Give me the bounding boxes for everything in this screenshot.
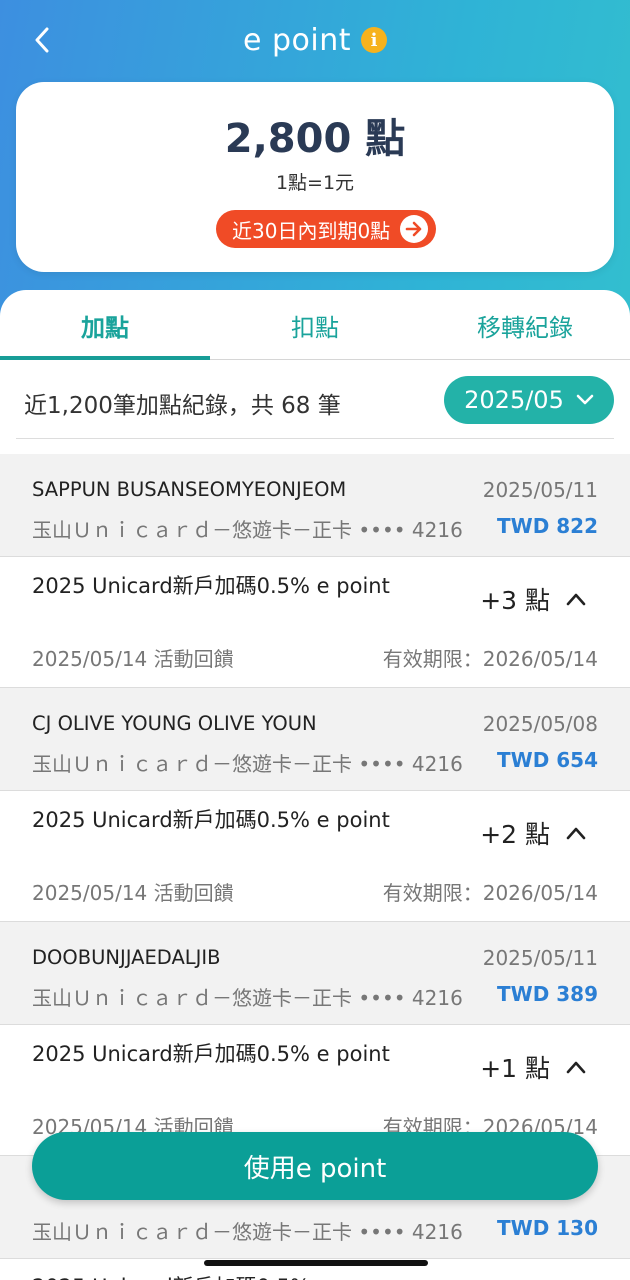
card-info: 玉山Ｕｎｉｃａｒｄ－悠遊卡－正卡 •••• 4216 <box>32 986 463 1010</box>
transaction-amount: TWD 130 <box>496 1216 598 1240</box>
points-amount: +2 點 <box>480 820 550 849</box>
month-select-button[interactable]: 2025/05 <box>444 376 614 424</box>
points-amount: +3 點 <box>480 586 550 615</box>
tab-add-points[interactable]: 加點 <box>0 290 210 360</box>
points-title: 2025 Unicard新戶加碼0.5% e point <box>32 574 390 598</box>
transaction-date: 2025/05/08 <box>482 712 598 736</box>
points-title: 2025 Unicard新戶加碼0.5% e point <box>32 1042 390 1066</box>
transaction-row[interactable]: DOOBUNJJAEDALJIB 2025/05/11 玉山Ｕｎｉｃａｒｄ－悠遊… <box>0 922 630 1025</box>
transaction-amount: TWD 654 <box>496 748 598 772</box>
points-row[interactable]: 2025 Unicard新戶加碼0.5% e point +3 點 2025/0… <box>0 557 630 688</box>
home-indicator <box>204 1260 428 1266</box>
filter-row: 近1,200筆加點紀錄，共 68 筆 2025/05 <box>0 360 630 440</box>
card-info: 玉山Ｕｎｉｃａｒｄ－悠遊卡－正卡 •••• 4216 <box>32 752 463 776</box>
points-amount: +1 點 <box>480 1054 550 1083</box>
chevron-up-icon <box>566 827 586 840</box>
transaction-amount: TWD 389 <box>496 982 598 1006</box>
points-date: 2025/05/14 活動回饋 <box>32 647 234 671</box>
tab-deduct-points[interactable]: 扣點 <box>210 290 420 360</box>
transaction-amount: TWD 822 <box>496 514 598 538</box>
title-group: e point i <box>0 20 630 60</box>
points-rate: 1點=1元 <box>275 172 355 194</box>
tab-transfer-records[interactable]: 移轉紀錄 <box>420 290 630 360</box>
use-epoint-button[interactable]: 使用e point <box>32 1132 598 1200</box>
points-value-group[interactable]: +2 點 <box>480 815 586 851</box>
merchant-name: SAPPUN BUSANSEOMYEONJEOM <box>32 478 347 501</box>
transaction-date: 2025/05/11 <box>482 946 598 970</box>
points-value-group[interactable]: +1 點 <box>480 1049 586 1085</box>
expire-notice-button[interactable]: 近30日內到期0點 <box>216 210 437 248</box>
chevron-down-icon <box>576 394 594 405</box>
points-expiry: 有效期限：2026/05/14 <box>382 647 598 671</box>
points-title: 2025 Unicard新戶加碼0.5% <box>32 1271 310 1280</box>
month-value: 2025/05 <box>464 386 564 414</box>
tab-bar: 加點 扣點 移轉紀錄 <box>0 290 630 360</box>
app-header: e point i <box>0 0 630 82</box>
merchant-name: DOOBUNJJAEDALJIB <box>32 946 221 969</box>
chevron-up-icon <box>566 593 586 606</box>
points-value-group[interactable]: +3 點 <box>480 581 586 617</box>
info-icon[interactable]: i <box>361 27 387 53</box>
expire-notice-text: 近30日內到期0點 <box>232 218 391 243</box>
transaction-row[interactable]: CJ OLIVE YOUNG OLIVE YOUN 2025/05/08 玉山Ｕ… <box>0 688 630 791</box>
points-row[interactable]: 2025 Unicard新戶加碼0.5% e point +2 點 2025/0… <box>0 791 630 922</box>
points-date: 2025/05/14 活動回饋 <box>32 881 234 905</box>
arrow-right-icon <box>400 215 429 243</box>
card-info: 玉山Ｕｎｉｃａｒｄ－悠遊卡－正卡 •••• 4216 <box>32 518 463 542</box>
points-summary-card: 2,800 點 1點=1元 近30日內到期0點 <box>16 82 614 272</box>
merchant-name: CJ OLIVE YOUNG OLIVE YOUN <box>32 712 317 735</box>
points-expiry: 有效期限：2026/05/14 <box>382 881 598 905</box>
records-summary: 近1,200筆加點紀錄，共 68 筆 <box>24 393 341 419</box>
points-title: 2025 Unicard新戶加碼0.5% e point <box>32 808 390 832</box>
divider <box>16 438 614 439</box>
page-title: e point <box>242 22 351 58</box>
transaction-row[interactable]: SAPPUN BUSANSEOMYEONJEOM 2025/05/11 玉山Ｕｎ… <box>0 454 630 557</box>
chevron-up-icon <box>566 1061 586 1074</box>
transaction-date: 2025/05/11 <box>482 478 598 502</box>
card-info: 玉山Ｕｎｉｃａｒｄ－悠遊卡－正卡 •••• 4216 <box>32 1220 463 1244</box>
points-balance: 2,800 點 <box>224 116 406 162</box>
